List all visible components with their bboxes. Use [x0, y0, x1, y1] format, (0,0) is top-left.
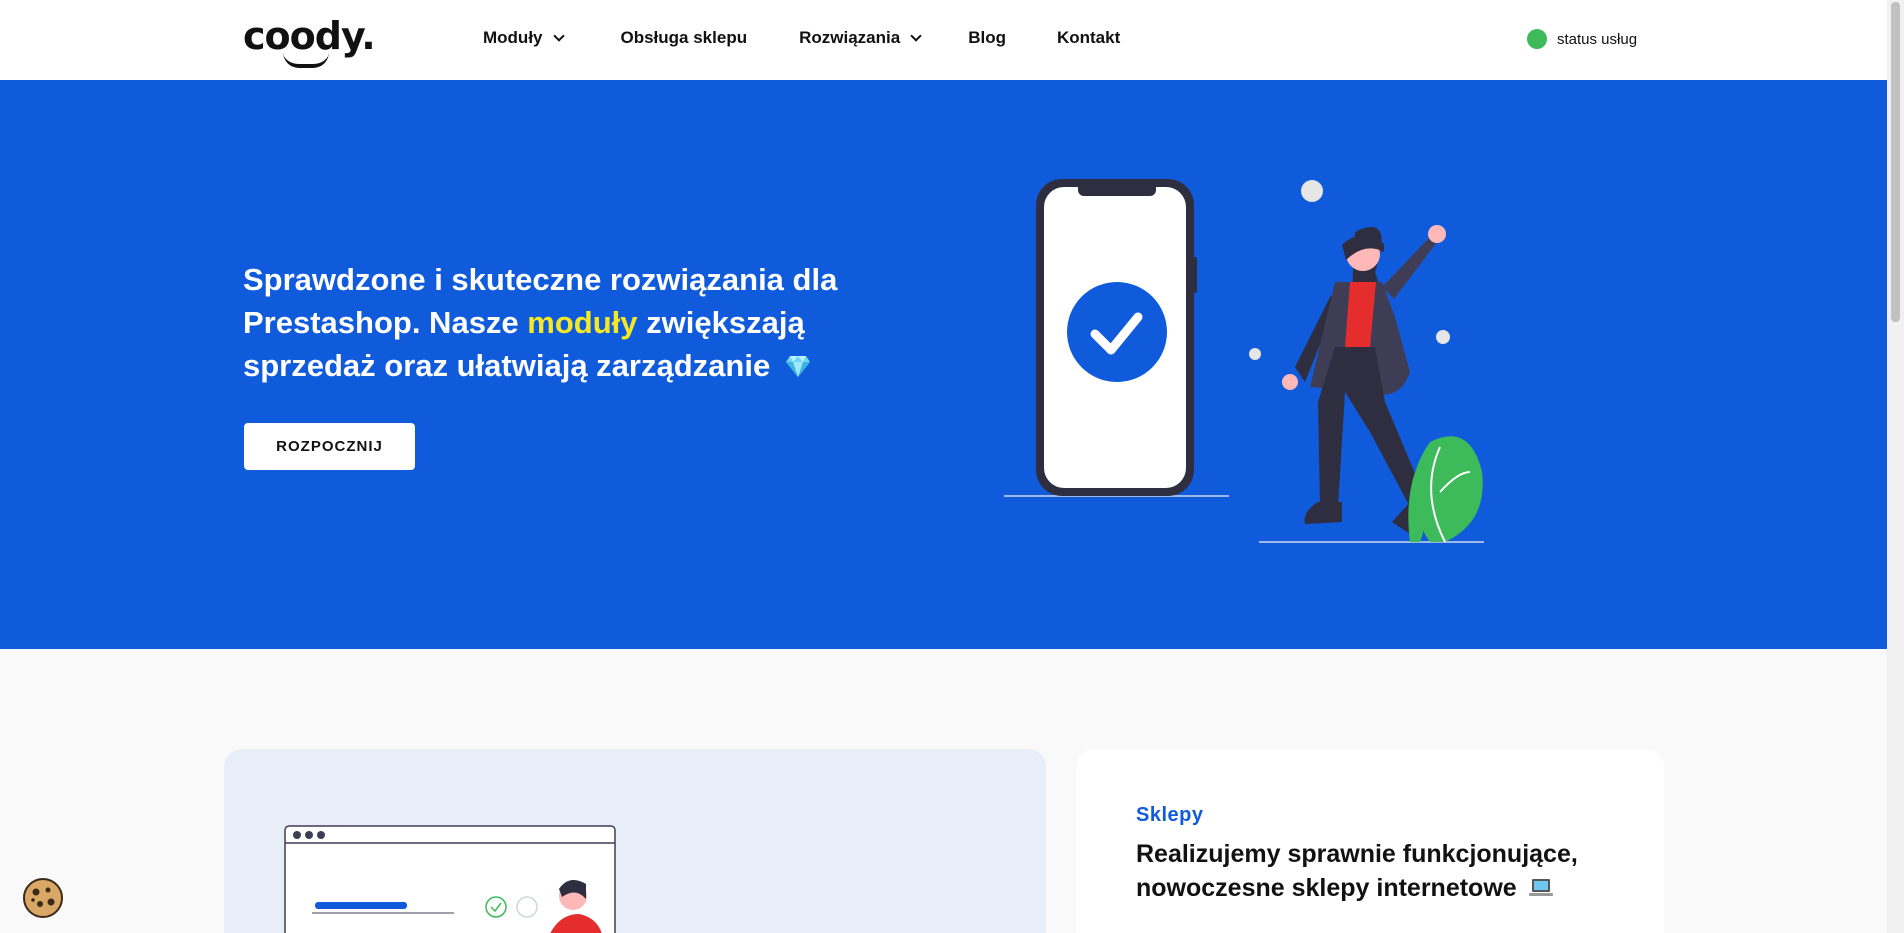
hero-illustration	[1004, 179, 1484, 543]
card-shops: Sklepy Realizujemy sprawnie funkcjonując…	[1076, 749, 1664, 933]
plant-illustration	[1408, 436, 1483, 543]
nav-label: Kontakt	[1056, 28, 1121, 47]
hero-section: Sprawdzone i skuteczne rozwiązania dla P…	[0, 80, 1887, 649]
nav-label: Rozwiązania	[799, 28, 901, 47]
nav-item-rozwiazania[interactable]: Rozwiązania	[799, 28, 922, 48]
service-status[interactable]: status usług	[1527, 29, 1637, 49]
check-circle-icon	[1067, 282, 1167, 382]
nav-item-moduly[interactable]: Moduły	[483, 28, 565, 48]
hero-title-highlight: moduły	[527, 305, 638, 340]
cookie-icon[interactable]	[22, 877, 64, 919]
browser-illustration	[284, 825, 616, 933]
site-header: coody. Moduły Obsługa sklepu Rozwiązania…	[0, 0, 1887, 80]
nav-item-kontakt[interactable]: Kontakt	[1057, 28, 1120, 48]
chevron-down-icon	[910, 29, 922, 42]
laptop-icon	[1528, 879, 1553, 896]
card-title-text: Realizujemy sprawnie funkcjonujące, nowo…	[1136, 840, 1578, 902]
chevron-down-icon	[552, 29, 565, 42]
scrollbar[interactable]	[1887, 0, 1904, 933]
status-label: status usług	[1557, 30, 1638, 48]
nav-item-obsluga-sklepu[interactable]: Obsługa sklepu	[621, 28, 748, 48]
gem-icon	[785, 356, 810, 377]
hero-title: Sprawdzone i skuteczne rozwiązania dla P…	[243, 258, 883, 387]
logo[interactable]: coody.	[243, 14, 376, 68]
nav-label: Moduły	[483, 28, 543, 47]
status-dot-icon	[1527, 29, 1547, 49]
card-tag: Sklepy	[1136, 804, 1204, 826]
nav-label: Blog	[968, 28, 1006, 47]
card-illustration	[224, 749, 1046, 933]
nav-label: Obsługa sklepu	[620, 28, 748, 47]
phone-illustration	[1036, 179, 1197, 496]
start-button[interactable]: ROZPOCZNIJ	[244, 423, 415, 470]
nav-item-blog[interactable]: Blog	[968, 28, 1006, 48]
logo-smile	[283, 52, 329, 68]
main-nav: Moduły Obsługa sklepu Rozwiązania Blog K…	[483, 28, 1120, 48]
card-title: Realizujemy sprawnie funkcjonujące, nowo…	[1136, 837, 1616, 905]
scrollbar-thumb[interactable]	[1891, 2, 1900, 322]
